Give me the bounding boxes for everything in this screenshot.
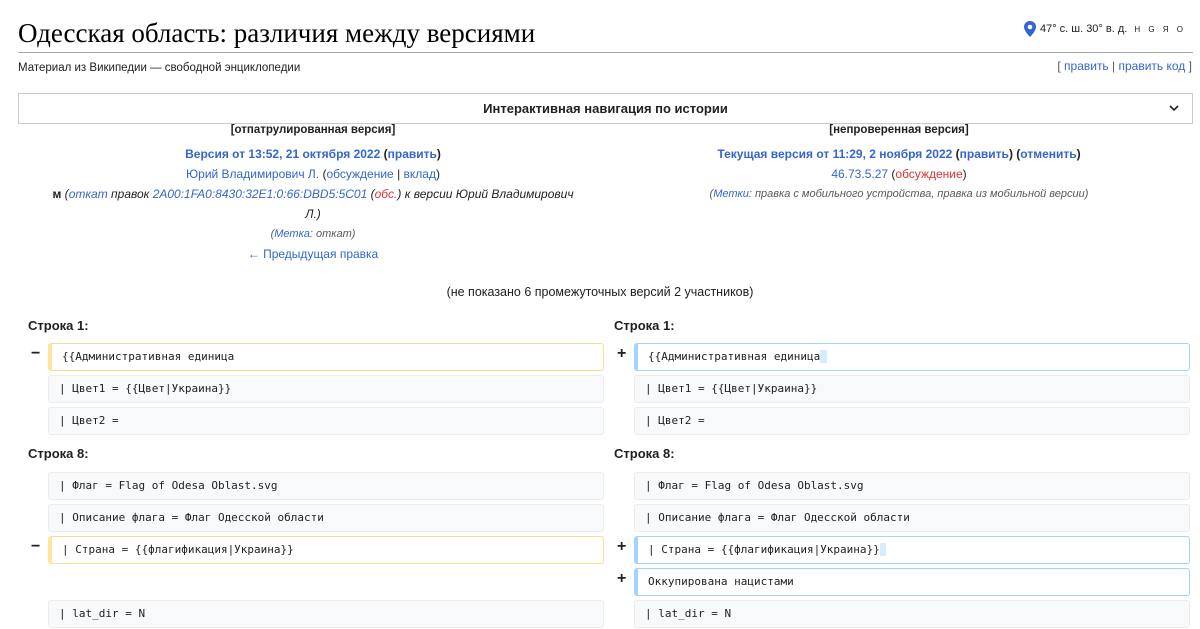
diff-added-line: | Страна = {{флагификация|Украина}} (634, 536, 1190, 564)
summary-text3: Л.) (305, 207, 321, 221)
right-version-link[interactable]: Текущая версия от 11:29, 2 ноября 2022 (717, 147, 952, 161)
added-marker: + (617, 345, 627, 362)
bracket-close: ] (1188, 59, 1192, 73)
map-pin-icon (1023, 21, 1036, 37)
history-navigation-toggle[interactable]: Интерактивная навигация по истории (18, 93, 1193, 124)
left-line-8-label: Строка 8: (28, 446, 89, 461)
diff-added-text: {{Административная единица (648, 350, 821, 363)
hidden-versions-note: (не показано 6 промежуточных версий 2 уч… (446, 285, 754, 299)
left-edit-link[interactable]: править (388, 147, 437, 161)
diff-added-line: {{Административная единица (634, 343, 1190, 371)
right-line-8-label: Строка 8: (614, 446, 675, 461)
left-revision-header: [отпатрулированная версия] Версия от 13:… (18, 124, 608, 264)
deleted-marker: − (31, 345, 41, 362)
diff-added-highlight (879, 543, 887, 556)
diff-context-line: | lat_dir = N (48, 600, 604, 628)
site-subtitle: Материал из Википедии — свободной энцикл… (18, 62, 301, 74)
summary-text2: ) к версии Юрий Владимирович (397, 187, 574, 201)
title-divider (18, 52, 1193, 53)
diff-context-line: | Цвет2 = (48, 407, 604, 435)
diff-context-line: | Цвет1 = {{Цвет|Украина}} (634, 375, 1190, 403)
bracket-open: [ (1057, 59, 1061, 73)
diff-context-line: | Описание флага = Флаг Одесской области (634, 504, 1190, 532)
diff-context-line: | Описание флага = Флаг Одесской области (48, 504, 604, 532)
diff-context-line: | lat_dir = N (634, 600, 1190, 628)
left-revision-state: [отпатрулированная версия] (230, 124, 396, 136)
left-contrib-link[interactable]: вклад (404, 167, 436, 181)
right-author-link[interactable]: 46.73.5.27 (831, 167, 888, 181)
diff-context-line: | Флаг = Flag of Odesa Oblast.svg (634, 472, 1190, 500)
left-author-link[interactable]: Юрий Владимирович Л. (186, 167, 319, 181)
left-version-link[interactable]: Версия от 13:52, 21 октября 2022 (185, 147, 380, 161)
deleted-marker: − (31, 538, 41, 555)
diff-deleted-line: {{Административная единица (48, 343, 604, 371)
coordinates: 47° с. ш. 30° в. д. H G Я O (1023, 21, 1186, 37)
right-undo-link[interactable]: отменить (1020, 147, 1076, 161)
summary-text1: правок (111, 187, 150, 201)
previous-edit-link[interactable]: ← Предыдущая правка (248, 247, 378, 261)
coordinates-link[interactable]: 47° с. ш. 30° в. д. (1040, 23, 1127, 35)
diff-deleted-line: | Страна = {{флагификация|Украина}} (48, 536, 604, 564)
summary-ip-talk-link[interactable]: обс. (375, 187, 398, 201)
right-revision-state: [непроверенная версия] (829, 124, 969, 136)
right-tag-value: : правка с мобильного устройства, правка… (748, 188, 1089, 200)
chevron-down-icon (1169, 105, 1179, 112)
edit-code-link[interactable]: править код (1119, 59, 1186, 73)
coordinates-map-links[interactable]: H G Я O (1134, 25, 1186, 34)
undo-link[interactable]: откат (69, 187, 108, 201)
edit-link[interactable]: править (1064, 59, 1109, 73)
left-line-1-label: Строка 1: (28, 318, 89, 333)
diff-added-highlight (820, 350, 827, 363)
left-talk-link[interactable]: обсуждение (326, 167, 393, 181)
history-navigation-label: Интерактивная навигация по истории (483, 101, 728, 116)
right-tag-link[interactable]: Метки (713, 188, 749, 200)
left-tag-link[interactable]: Метка (274, 228, 310, 240)
right-talk-link[interactable]: обсуждение (895, 167, 962, 181)
edit-sep: | (1112, 59, 1116, 73)
diff-added-text: | Страна = {{флагификация|Украина}} (648, 543, 880, 556)
minor-edit-marker: м (52, 187, 62, 201)
added-marker: + (617, 570, 627, 587)
diff-context-line: | Цвет2 = (634, 407, 1190, 435)
right-line-1-label: Строка 1: (614, 318, 675, 333)
edit-links: [ править | править код ] (1057, 59, 1192, 73)
right-revision-header: [непроверенная версия] Текущая версия от… (604, 124, 1194, 204)
added-marker: + (617, 538, 627, 555)
left-tag-value: : откат) (309, 228, 356, 240)
right-edit-link[interactable]: править (960, 147, 1009, 161)
diff-added-line: Оккупирована нацистами (634, 568, 1190, 596)
diff-context-line: | Флаг = Flag of Odesa Oblast.svg (48, 472, 604, 500)
diff-context-line: | Цвет1 = {{Цвет|Украина}} (48, 375, 604, 403)
summary-ip-link[interactable]: 2A00:1FA0:8430:32E1:0:66:DBD5:5C01 (153, 187, 368, 201)
page-title: Одесская область: различия между версиям… (18, 18, 536, 48)
